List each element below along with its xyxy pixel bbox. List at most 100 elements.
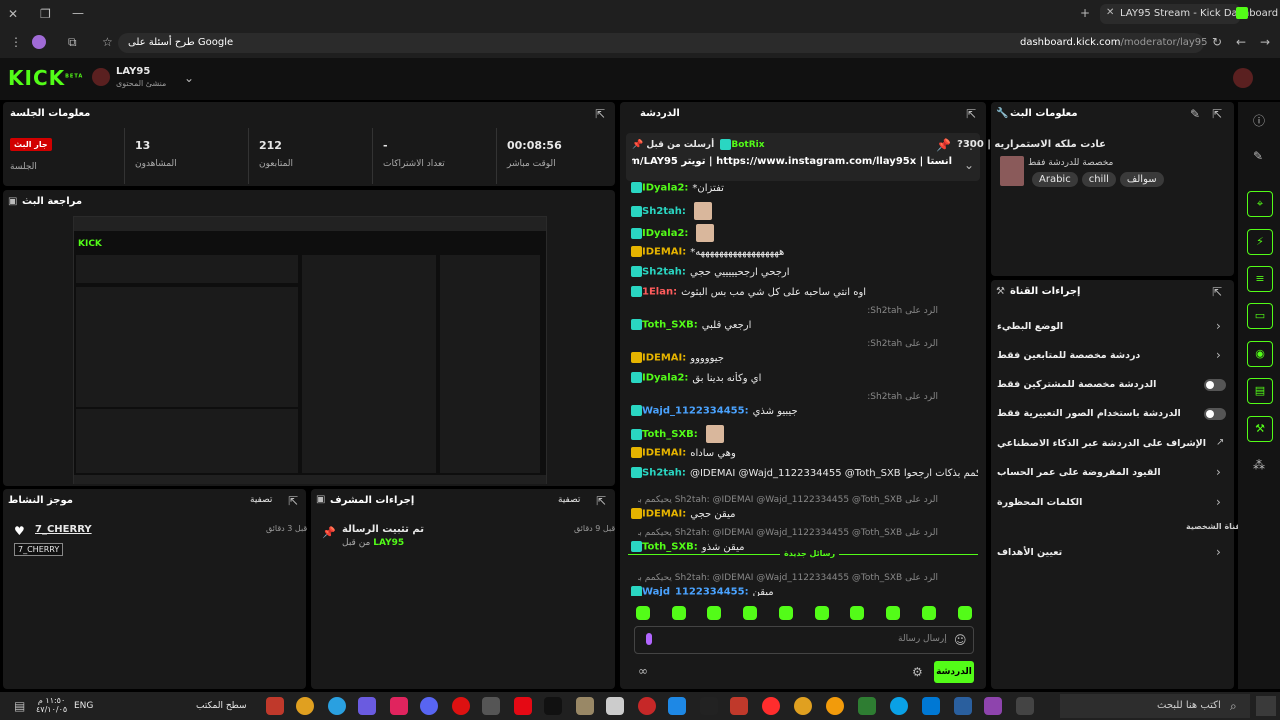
by-user[interactable]: LAY95	[373, 538, 404, 548]
chat-username[interactable]: IDyala2:	[642, 183, 688, 194]
opera-icon[interactable]	[762, 697, 780, 715]
extensions-icon[interactable]: ⧉	[68, 35, 77, 50]
external-link-icon[interactable]: ↗	[1216, 437, 1224, 448]
popout-icon[interactable]: ⇱	[1212, 107, 1222, 121]
popout-icon[interactable]: ⇱	[596, 494, 606, 508]
chat-message[interactable]: Toth_SXB:	[628, 425, 978, 443]
chat-reply-context[interactable]: الرد على Sh2tah:	[638, 392, 938, 402]
chat-username[interactable]: Wajd_1122334455:	[642, 587, 749, 597]
chat-message[interactable]: Wajd_1122334455: جيبيو شذي	[628, 405, 978, 417]
telegram-icon[interactable]	[328, 697, 346, 715]
chat-username[interactable]: IDEMAI:	[642, 509, 686, 520]
emote-icon[interactable]	[779, 606, 793, 620]
tab-close-icon[interactable]: ✕	[1106, 7, 1114, 18]
app-icon[interactable]	[858, 697, 876, 715]
emote-icon[interactable]	[815, 606, 829, 620]
chevron-right-icon[interactable]: ›	[1216, 319, 1221, 333]
chat-reply-context[interactable]: الرد على Sh2tah: @IDEMAI @Wajd_112233445…	[638, 528, 938, 538]
emote-icon[interactable]	[958, 606, 972, 620]
chat-username[interactable]: Wajd_1122334455:	[642, 406, 749, 417]
modactions-filter-button[interactable]: تصفية	[558, 495, 580, 505]
chat-username[interactable]: Toth_SXB:	[642, 320, 698, 331]
chat-message[interactable]: IDyala2: اي وكأنه بدينا بق	[628, 372, 978, 384]
chat-message[interactable]: IDEMAI: *ههههههههههههههههههه	[628, 246, 978, 258]
search-icon[interactable]: ⌕	[1230, 699, 1237, 714]
chat-username[interactable]: IDEMAI:	[642, 353, 686, 364]
chat-message[interactable]: 1Elan: اوه انتي ساحبه على كل شي مب بس الب…	[628, 286, 978, 298]
popout-icon[interactable]: ⇱	[288, 494, 298, 508]
chat-message[interactable]: IDyala2: *تفتزان	[628, 182, 978, 194]
list-icon[interactable]: ≡	[1247, 266, 1273, 292]
pinned-user[interactable]: BotRix	[731, 140, 764, 150]
app-icon[interactable]	[826, 697, 844, 715]
epic-games-icon[interactable]	[700, 697, 718, 715]
desktop-label[interactable]: سطح المكتب	[196, 701, 247, 711]
emote-only-toggle[interactable]	[1204, 408, 1226, 420]
tag[interactable]: Arabic	[1032, 172, 1078, 187]
gear-icon[interactable]: ⚙	[912, 665, 923, 679]
obs-icon[interactable]	[266, 697, 284, 715]
emote-icon[interactable]	[672, 606, 686, 620]
pencil-icon[interactable]: ✎	[1253, 149, 1263, 163]
action-banned-words[interactable]: الكلمات المحظورة	[997, 497, 1082, 508]
chat-message[interactable]: IDyala2:	[628, 224, 978, 242]
action-subscribers-only[interactable]: الدردشة مخصصة للمشتركين فقط	[997, 379, 1156, 390]
bookmark-star-icon[interactable]: ☆	[102, 35, 113, 49]
app-icon[interactable]	[358, 697, 376, 715]
chevron-right-icon[interactable]: ›	[1216, 348, 1221, 362]
chat-username[interactable]: 1Elan:	[642, 287, 677, 298]
edge-icon[interactable]	[890, 697, 908, 715]
chat-username[interactable]: Sh2tah:	[642, 468, 686, 479]
chat-username[interactable]: Sh2tah:	[642, 267, 686, 278]
app-icon[interactable]	[954, 697, 972, 715]
stream-category[interactable]: مخصصة للدردشة فقط	[1028, 158, 1113, 168]
chevron-right-icon[interactable]: ›	[1216, 545, 1221, 559]
action-followers-only[interactable]: دردشة مخصصة للمتابعين فقط	[997, 350, 1140, 361]
chevron-right-icon[interactable]: ›	[1216, 495, 1221, 509]
chat-username[interactable]: IDEMAI:	[642, 448, 686, 459]
windows-start-icon[interactable]	[1256, 696, 1276, 716]
chevron-down-icon[interactable]: ⌄	[184, 71, 194, 85]
language-indicator[interactable]: ENG	[74, 701, 93, 711]
action-slow-mode[interactable]: الوضع البطيء	[997, 321, 1063, 332]
info-icon[interactable]: ⓘ	[1253, 112, 1265, 129]
scan-icon[interactable]: ⌖	[1247, 191, 1273, 217]
chat-bubble-icon[interactable]: ▭	[1247, 303, 1273, 329]
chat-message[interactable]: Sh2tah: ارجحي ارجحيييييي حجي	[628, 266, 978, 278]
taskbar-search[interactable]	[1060, 694, 1250, 718]
restore-window-icon[interactable]: ❐	[40, 7, 51, 21]
chat-message[interactable]: Sh2tah: @IDEMAI @Wajd_1122334455 @Toth_SX…	[628, 467, 978, 479]
chat-reply-context[interactable]: الرد على Sh2tah: @IDEMAI @Wajd_112233445…	[638, 495, 938, 505]
notification-icon[interactable]: ▤	[14, 699, 25, 713]
copilot-icon[interactable]	[984, 697, 1002, 715]
emote-icon[interactable]	[743, 606, 757, 620]
app-icon[interactable]	[482, 697, 500, 715]
url-text[interactable]: dashboard.kick.com/moderator/lay95	[1020, 37, 1208, 48]
chat-username[interactable]: IDEMAI:	[642, 247, 686, 258]
action-emote-only[interactable]: الدردشة باستخدام الصور التعبيرية فقط	[997, 408, 1181, 419]
chat-username[interactable]: IDyala2:	[642, 373, 688, 384]
back-icon[interactable]: →	[1260, 35, 1270, 49]
chat-username[interactable]: Toth_SXB:	[642, 429, 698, 440]
popout-icon[interactable]: ⇱	[595, 107, 605, 121]
apps-icon[interactable]: ⁂	[1253, 458, 1265, 472]
wrench-icon[interactable]: ⚒	[1247, 416, 1273, 442]
app-icon[interactable]	[606, 697, 624, 715]
chat-message[interactable]: IDEMAI: جيووووو	[628, 352, 978, 364]
close-window-icon[interactable]: ✕	[8, 7, 18, 21]
app-icon[interactable]	[638, 697, 656, 715]
chevron-down-icon[interactable]: ⌄	[964, 158, 974, 172]
tiktok-icon[interactable]	[544, 697, 562, 715]
lightning-icon[interactable]: ⚡	[1247, 229, 1273, 255]
chat-username[interactable]: Toth_SXB:	[642, 542, 698, 553]
discord-icon[interactable]	[420, 697, 438, 715]
chrome-icon[interactable]	[296, 697, 314, 715]
stream-preview-video[interactable]: KICK	[73, 216, 547, 484]
pin-icon[interactable]: 📌	[936, 138, 951, 152]
chat-reply-context[interactable]: الرد على Sh2tah:	[638, 306, 938, 316]
reload-icon[interactable]: ↻	[1212, 35, 1222, 49]
chat-reply-context[interactable]: الرد على Sh2tah: @IDEMAI @Wajd_112233445…	[638, 573, 938, 583]
chat-username[interactable]: IDyala2:	[642, 228, 688, 239]
netflix-icon[interactable]	[514, 697, 532, 715]
app-icon[interactable]	[576, 697, 594, 715]
